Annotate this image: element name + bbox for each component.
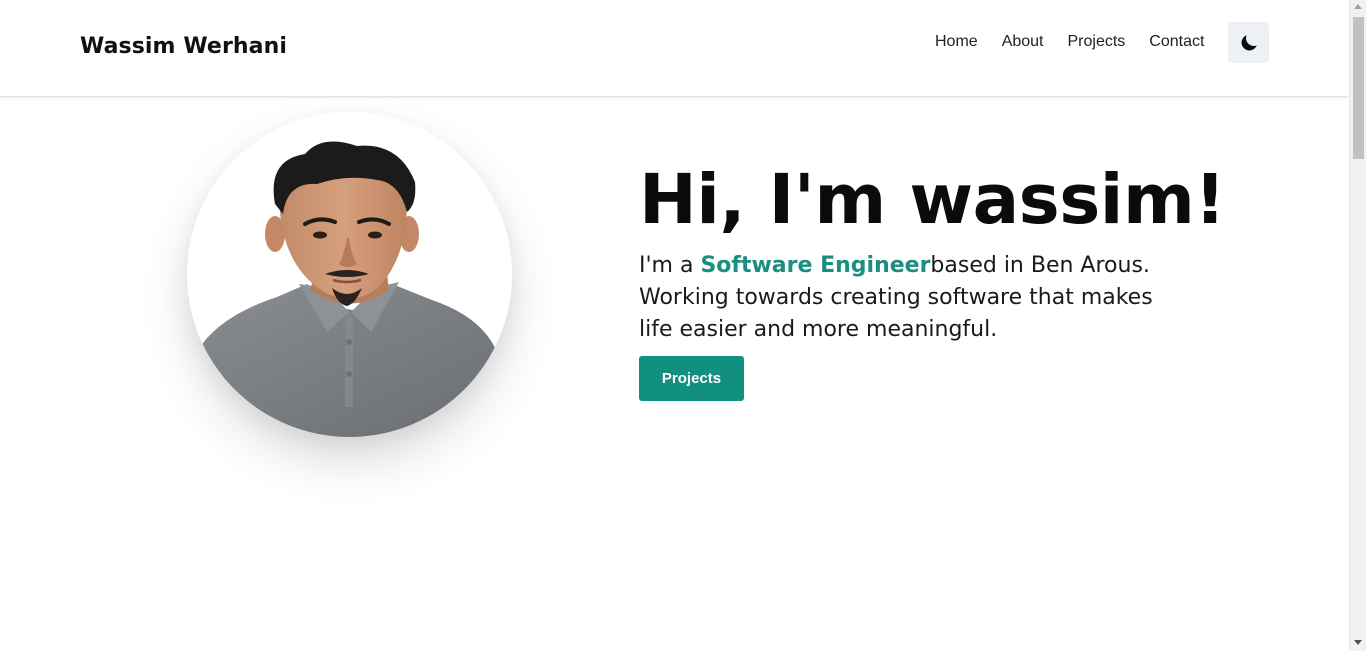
- nav-link-about[interactable]: About: [1002, 33, 1044, 51]
- role-highlight: Software Engineer: [700, 253, 931, 278]
- scroll-down-icon[interactable]: [1354, 640, 1362, 645]
- vertical-scrollbar[interactable]: [1349, 0, 1366, 651]
- nav-link-projects[interactable]: Projects: [1068, 33, 1126, 51]
- nav-link-contact[interactable]: Contact: [1149, 33, 1204, 51]
- scroll-thumb[interactable]: [1353, 17, 1364, 159]
- hero-description: I'm a Software Engineerbased in Ben Arou…: [639, 250, 1159, 346]
- hero-title: Hi, I'm wassim!: [639, 160, 1226, 240]
- nav-links: Home About Projects Contact: [935, 33, 1228, 51]
- nav-link-home[interactable]: Home: [935, 33, 978, 51]
- page: Wassim Werhani Home About Projects Conta…: [0, 0, 1366, 651]
- profile-photo-illustration: [187, 112, 512, 437]
- projects-button[interactable]: Projects: [639, 356, 744, 401]
- profile-photo: [187, 112, 512, 437]
- theme-toggle-button[interactable]: [1228, 22, 1269, 63]
- moon-icon: [1241, 34, 1257, 50]
- navbar: Wassim Werhani Home About Projects Conta…: [0, 0, 1349, 97]
- scroll-up-icon[interactable]: [1354, 4, 1362, 9]
- brand-logo[interactable]: Wassim Werhani: [80, 34, 287, 59]
- intro-prefix: I'm a: [639, 253, 701, 278]
